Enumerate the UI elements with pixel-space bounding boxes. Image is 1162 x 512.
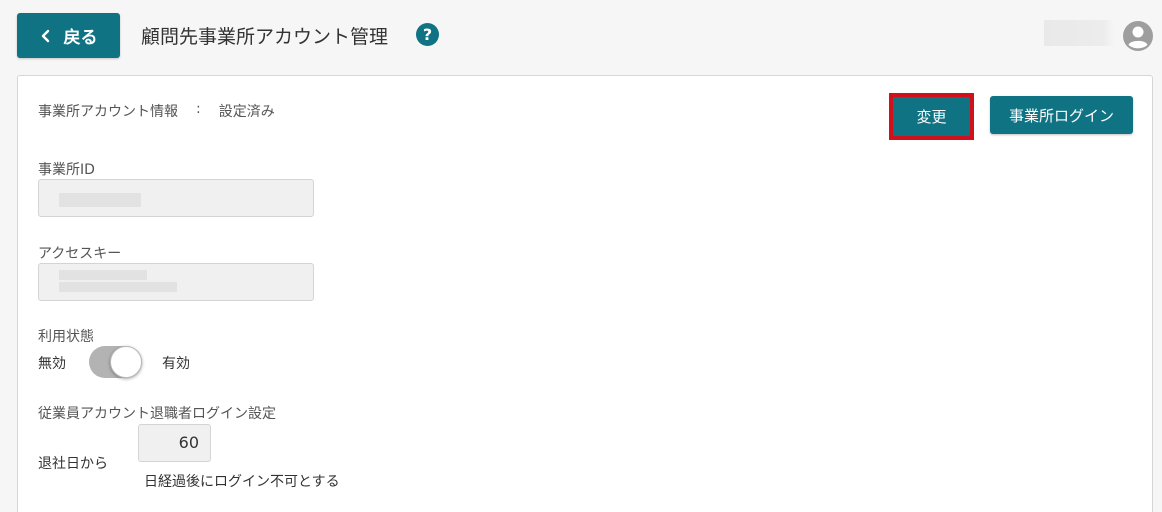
office-login-button[interactable]: 事業所ログイン [990, 96, 1133, 134]
retirement-suffix: 日経過後にログイン不可とする [144, 474, 340, 490]
access-key-label: アクセスキー [38, 246, 122, 262]
retirement-setting-label: 従業員アカウント退職者ログイン設定 [38, 406, 276, 422]
chevron-left-icon [41, 29, 49, 42]
usage-on-label: 有効 [162, 356, 190, 372]
retirement-days-input[interactable]: 60 [138, 424, 211, 462]
access-key-field[interactable] [38, 263, 314, 301]
help-icon[interactable]: ? [416, 23, 439, 46]
usage-toggle-knob [110, 346, 142, 378]
account-info-separator: : [196, 101, 201, 117]
office-id-label: 事業所ID [38, 162, 95, 178]
account-info: 事業所アカウント情報 : 設定済み [38, 101, 275, 121]
account-info-status: 設定済み [218, 104, 275, 120]
back-button[interactable]: 戻る [17, 13, 120, 58]
retirement-prefix: 退社日から [38, 456, 108, 472]
header-bar: 戻る 顧問先事業所アカウント管理 ? [0, 0, 1162, 70]
office-id-redacted [59, 193, 141, 207]
usage-off-label: 無効 [38, 356, 66, 372]
usage-status-label: 利用状態 [38, 329, 94, 345]
page-title: 顧問先事業所アカウント管理 [141, 26, 389, 48]
office-id-field[interactable] [38, 179, 314, 217]
user-avatar-icon[interactable] [1122, 20, 1154, 52]
back-button-label: 戻る [63, 28, 98, 48]
usage-toggle[interactable] [89, 346, 142, 378]
access-key-redacted-line-1 [59, 270, 147, 280]
change-button[interactable]: 変更 [893, 97, 970, 136]
account-info-label: 事業所アカウント情報 [38, 104, 178, 120]
user-name-redacted[interactable] [1044, 20, 1114, 46]
access-key-redacted-line-2 [59, 282, 177, 292]
